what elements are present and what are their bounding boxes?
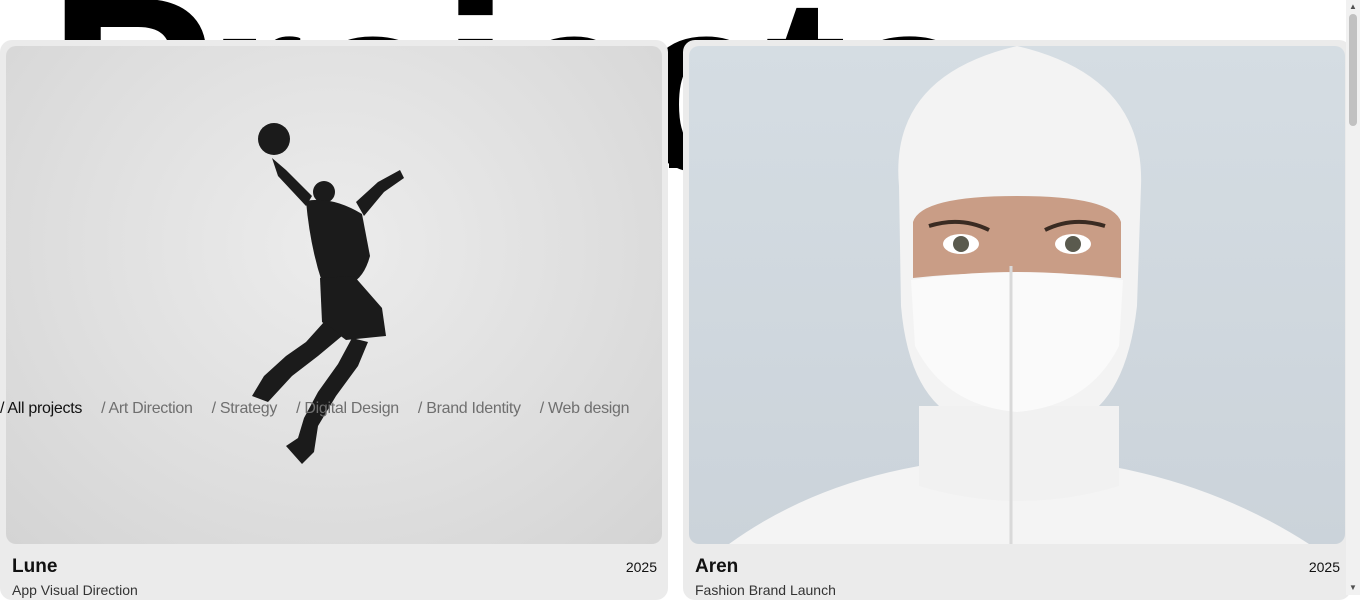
scroll-up-arrow-icon[interactable]: ▲ [1346, 0, 1360, 14]
filter-all-projects[interactable]: / All projects [0, 400, 82, 418]
project-subtitle: Fashion Brand Launch [695, 582, 836, 598]
project-year: 2025 [1308, 559, 1340, 575]
filter-art-direction[interactable]: / Art Direction [101, 400, 193, 418]
project-filter-bar: / All projects / Art Direction / Strateg… [0, 400, 648, 418]
project-subtitle: App Visual Direction [12, 582, 138, 598]
filter-brand-identity[interactable]: / Brand Identity [418, 400, 521, 418]
project-card-aren[interactable]: Aren 2025 Fashion Brand Launch [683, 40, 1351, 600]
project-title[interactable]: Aren [695, 556, 738, 578]
filter-web-design[interactable]: / Web design [540, 400, 630, 418]
scrollbar-thumb[interactable] [1349, 14, 1357, 126]
page-scrollbar[interactable]: ▲ ▼ [1346, 0, 1360, 595]
filter-digital-design[interactable]: / Digital Design [296, 400, 399, 418]
filter-strategy[interactable]: / Strategy [212, 400, 278, 418]
project-thumbnail-balaclava[interactable] [689, 46, 1345, 544]
project-card-lune[interactable]: Lune 2025 App Visual Direction [0, 40, 668, 600]
scroll-down-arrow-icon[interactable]: ▼ [1346, 581, 1360, 595]
balaclava-portrait-illustration [729, 46, 1309, 544]
project-year: 2025 [625, 559, 657, 575]
project-thumbnail-basketball[interactable] [6, 46, 662, 544]
title-period [669, 150, 683, 168]
basketball-player-illustration [252, 123, 404, 464]
project-title[interactable]: Lune [12, 556, 57, 578]
